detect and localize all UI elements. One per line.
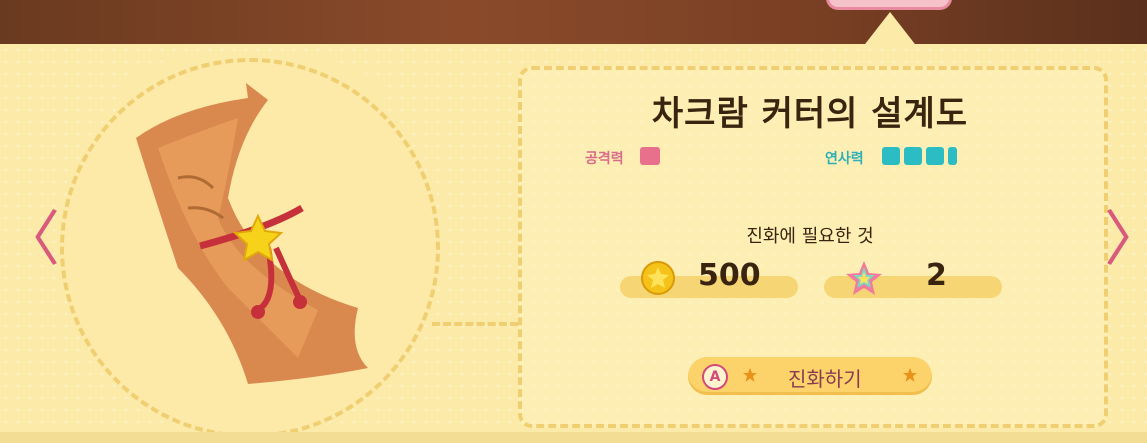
rapid-fire-stat-pip xyxy=(926,147,944,165)
star-icon xyxy=(743,368,757,382)
rapid-fire-stat-label: 연사력 xyxy=(825,151,864,167)
blueprint-scroll-image xyxy=(136,83,368,384)
panel-pointer xyxy=(862,12,918,48)
rapid-fire-stat-pip xyxy=(904,147,922,165)
evolve-button[interactable]: A 진화하기 xyxy=(688,357,932,395)
star-icon xyxy=(903,368,917,382)
top-bar xyxy=(0,0,1147,46)
a-button-icon: A xyxy=(702,364,728,390)
coin-cost-value: 500 xyxy=(698,258,761,293)
evolution-requirements-heading: 진화에 필요한 것 xyxy=(746,226,874,247)
next-item-arrow-icon[interactable]: 〉 xyxy=(1104,210,1147,270)
attack-stat-label: 공격력 xyxy=(585,151,624,167)
attack-stat-pip xyxy=(640,147,660,165)
rapid-fire-stat-pip xyxy=(882,147,900,165)
tab-indicator xyxy=(826,0,952,10)
rainbow-star-icon xyxy=(846,261,882,295)
coin-icon xyxy=(641,261,675,295)
item-title: 차크람 커터의 설계도 xyxy=(651,94,969,134)
previous-item-arrow-icon[interactable]: 〈 xyxy=(0,210,60,270)
rapid-fire-stat-pip xyxy=(948,147,957,165)
evolve-button-label: 진화하기 xyxy=(788,367,862,391)
rainbow-star-cost-value: 2 xyxy=(926,258,947,293)
dashed-connector xyxy=(432,322,518,326)
panel-bottom-edge xyxy=(0,432,1147,443)
